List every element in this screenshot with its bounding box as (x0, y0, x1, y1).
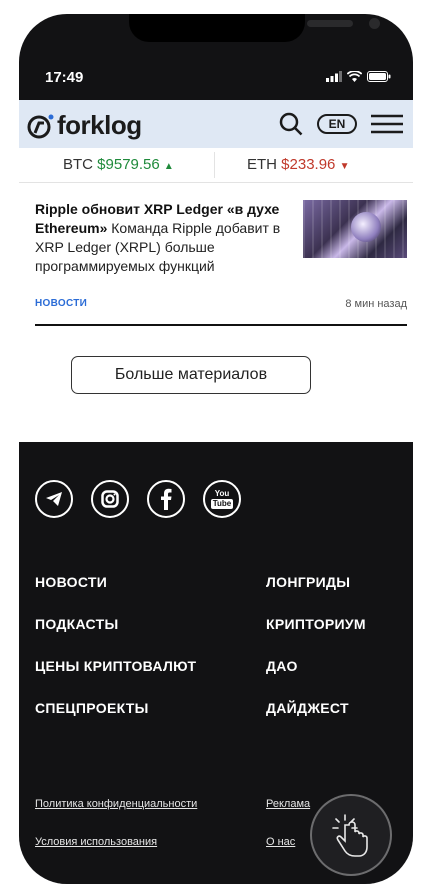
price-ticker: BTC $9579.56 ▲ ETH $233.96 ▼ (19, 148, 413, 183)
language-toggle[interactable]: EN (317, 114, 357, 134)
about-us-link[interactable]: О нас (266, 836, 295, 848)
search-icon[interactable] (279, 112, 303, 136)
instagram-icon[interactable] (91, 480, 129, 518)
youtube-icon[interactable]: You Tube (203, 480, 241, 518)
youtube-top: You (214, 488, 230, 498)
signal-icon (326, 71, 342, 82)
footer-nav-dao[interactable]: ДАО (266, 658, 298, 674)
eth-arrow-down-icon: ▼ (339, 161, 350, 172)
header-actions: EN (279, 112, 403, 136)
wifi-icon (347, 71, 362, 82)
article-time: 8 мин назад (345, 298, 407, 310)
thumbnail-orb (351, 212, 381, 242)
btc-arrow-up-icon: ▲ (163, 161, 174, 172)
camera (369, 18, 380, 29)
article-category[interactable]: НОВОСТИ (35, 298, 87, 309)
eth-price[interactable]: ETH $233.96 ▼ (247, 156, 349, 173)
article-thumbnail[interactable] (303, 200, 407, 258)
more-materials-button[interactable]: Больше материалов (71, 356, 311, 394)
footer-nav-podcasts[interactable]: ПОДКАСТЫ (35, 616, 118, 632)
footer-nav-digest[interactable]: ДАЙДЖЕСТ (266, 700, 349, 716)
btc-value: $9579.56 (97, 156, 160, 173)
youtube-bottom: Tube (210, 498, 234, 509)
status-bar: 17:49 (19, 66, 413, 90)
battery-icon (367, 71, 391, 82)
btc-price[interactable]: BTC $9579.56 ▲ (63, 156, 174, 173)
speaker (307, 20, 353, 27)
telegram-icon[interactable] (35, 480, 73, 518)
forklog-logo-icon (27, 114, 54, 138)
footer-nav-cryptorium[interactable]: КРИПТОРИУМ (266, 616, 366, 632)
footer-nav-longreads[interactable]: ЛОНГРИДЫ (266, 574, 350, 590)
menu-icon[interactable] (371, 113, 403, 135)
terms-of-use-link[interactable]: Условия использования (35, 836, 157, 848)
article-text[interactable]: Ripple обновит XRP Ledger «в духе Ethere… (35, 200, 295, 276)
ticker-divider (214, 152, 215, 178)
site-header: forklog EN (19, 100, 413, 148)
status-icons (326, 71, 391, 82)
social-links: You Tube (35, 480, 241, 518)
browser-viewport: forklog EN BTC $9579.56 ▲ ETH $233.96 ▼ … (19, 100, 413, 884)
footer-nav-special-projects[interactable]: СПЕЦПРОЕКТЫ (35, 700, 149, 716)
forklog-logo[interactable]: forklog (27, 110, 142, 141)
touch-gesture-overlay (310, 794, 392, 876)
status-time: 17:49 (45, 69, 84, 86)
footer-nav-crypto-prices[interactable]: ЦЕНЫ КРИПТОВАЛЮТ (35, 658, 196, 674)
eth-label: ETH (247, 156, 277, 173)
facebook-icon[interactable] (147, 480, 185, 518)
footer-nav-news[interactable]: НОВОСТИ (35, 574, 107, 590)
article-meta: НОВОСТИ 8 мин назад (35, 298, 407, 314)
logo-text: forklog (57, 110, 142, 140)
privacy-policy-link[interactable]: Политика конфиденциальности (35, 798, 197, 810)
btc-label: BTC (63, 156, 93, 173)
news-card[interactable]: Ripple обновит XRP Ledger «в духе Ethere… (35, 200, 407, 326)
phone-frame: 17:49 forklog EN BTC $9579.56 ▲ ETH $233… (19, 14, 413, 884)
hand-pointer-icon (332, 814, 368, 857)
article-divider (35, 324, 407, 326)
advertising-link[interactable]: Реклама (266, 798, 310, 810)
notch (129, 14, 380, 42)
eth-value: $233.96 (281, 156, 336, 173)
